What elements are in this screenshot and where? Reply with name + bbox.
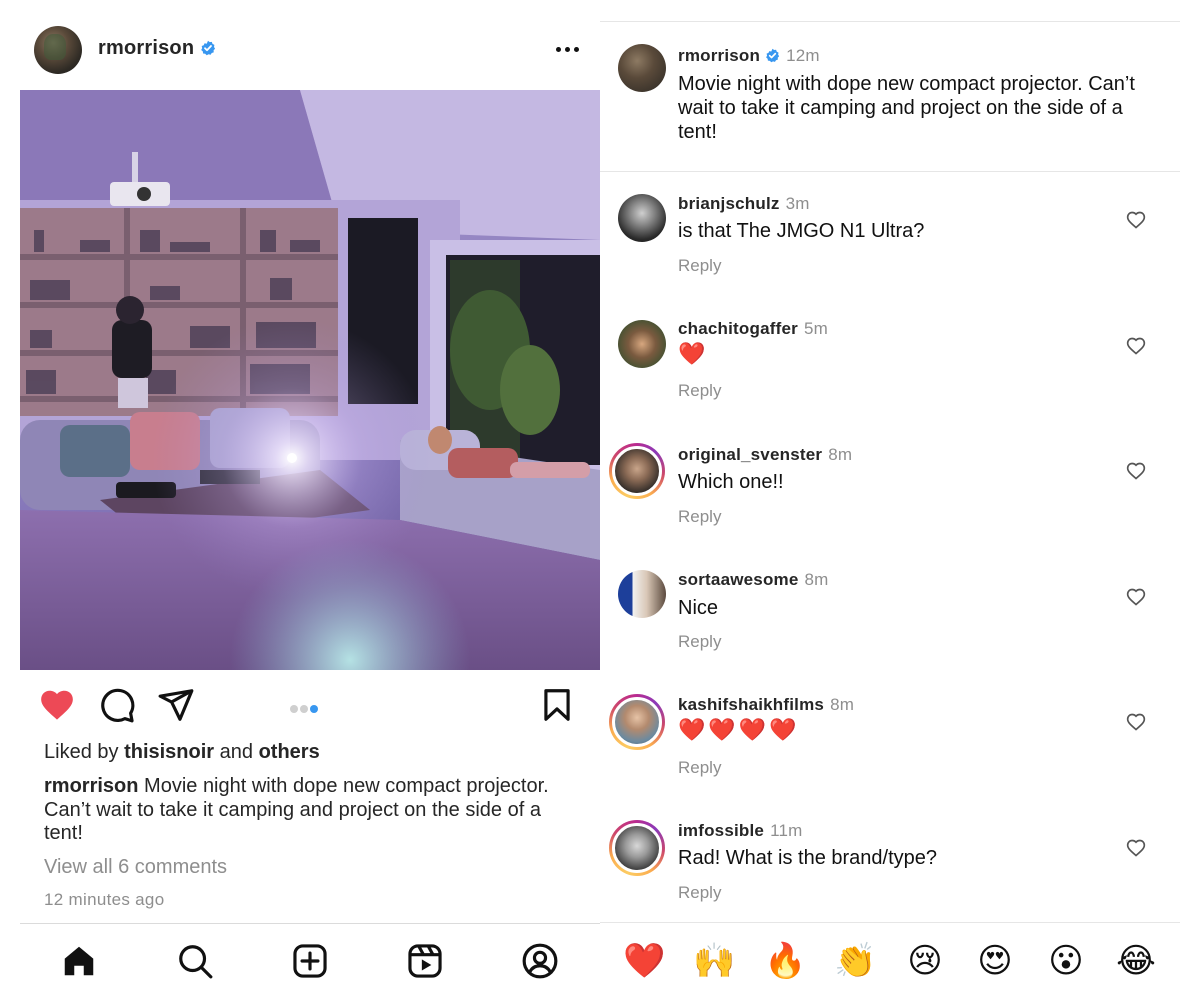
- post-username-text[interactable]: rmorrison: [98, 37, 194, 59]
- reply-button[interactable]: Reply: [678, 507, 721, 527]
- comment-avatar[interactable]: [618, 320, 666, 368]
- home-icon[interactable]: [60, 942, 98, 980]
- emoji-raising-hands-button[interactable]: 🙌: [693, 941, 735, 981]
- share-icon[interactable]: [157, 686, 195, 724]
- liked-by-prefix: Liked by: [44, 741, 125, 763]
- post-author-username[interactable]: rmorrison: [98, 37, 216, 60]
- comment-username-text[interactable]: kashifshaikhfilms: [678, 695, 824, 714]
- comment-avatar[interactable]: [618, 194, 666, 242]
- liked-by-and: and: [214, 741, 259, 763]
- comment-time: 11m: [770, 821, 803, 840]
- liked-by-user-link[interactable]: thisisnoir: [124, 741, 214, 763]
- comment-text: is that The JMGO N1 Ultra?: [678, 220, 925, 242]
- post-photo-image: [20, 90, 600, 670]
- post-header: rmorrison: [20, 0, 600, 90]
- create-post-icon[interactable]: [291, 942, 329, 980]
- carousel-dot-active: [310, 705, 318, 713]
- comment-username[interactable]: brianjschulz 3m: [678, 194, 810, 214]
- op-username-text[interactable]: rmorrison: [678, 46, 760, 65]
- comment-text: ❤️❤️❤️❤️: [678, 718, 800, 743]
- emoji-laughing-button[interactable]: 😂: [1116, 941, 1156, 981]
- caption-username[interactable]: rmorrison: [44, 775, 138, 797]
- comment-username-text[interactable]: imfossible: [678, 821, 764, 840]
- carousel-dot: [290, 705, 298, 713]
- op-username[interactable]: rmorrison 12m: [678, 46, 820, 66]
- carousel-dot: [300, 705, 308, 713]
- comment-text: Rad! What is the brand/type?: [678, 847, 938, 869]
- panel-top-divider: [600, 21, 1180, 22]
- comment-text: ❤️: [678, 342, 706, 367]
- heart-outline-icon[interactable]: [1126, 461, 1146, 481]
- comment-username-text[interactable]: sortaawesome: [678, 570, 799, 589]
- comment-text: Nice: [678, 597, 719, 619]
- emoji-heart-eyes-button[interactable]: 😍: [975, 941, 1015, 981]
- comment-avatar-image: [612, 446, 662, 496]
- emoji-clap-button[interactable]: 👏: [834, 941, 876, 981]
- comments-panel: rmorrison 12m Movie night with dope new …: [600, 0, 1180, 1000]
- reply-button[interactable]: Reply: [678, 883, 721, 903]
- comment-username[interactable]: original_svenster 8m: [678, 445, 852, 465]
- comment-username[interactable]: imfossible 11m: [678, 821, 803, 841]
- comment-time: 8m: [830, 695, 855, 714]
- emoji-heart-button[interactable]: ❤️: [623, 941, 665, 981]
- comment-username-text[interactable]: brianjschulz: [678, 194, 780, 213]
- comment-avatar-story-ring[interactable]: [609, 443, 665, 499]
- more-options-icon[interactable]: [554, 38, 582, 58]
- comment-time: 3m: [785, 194, 810, 213]
- heart-outline-icon[interactable]: [1126, 587, 1146, 607]
- verified-badge-icon: [766, 48, 780, 63]
- carousel-indicator: [290, 700, 320, 718]
- comment-avatar-image: [612, 823, 662, 873]
- comment-avatar-story-ring[interactable]: [609, 820, 665, 876]
- comment-time: 5m: [803, 319, 828, 338]
- comment-username-text[interactable]: chachitogaffer: [678, 319, 798, 338]
- post-actions-bar: [20, 680, 600, 730]
- post-photo[interactable]: [20, 90, 600, 670]
- comment-time: 8m: [828, 445, 853, 464]
- bookmark-icon[interactable]: [538, 686, 576, 724]
- reply-button[interactable]: Reply: [678, 381, 721, 401]
- post-panel: rmorrison Liked by thisisnoir and others…: [20, 0, 600, 1000]
- comment-username[interactable]: sortaawesome 8m: [678, 570, 829, 590]
- view-all-comments-link[interactable]: View all 6 comments: [44, 856, 227, 879]
- heart-outline-icon[interactable]: [1126, 336, 1146, 356]
- comment-avatar-story-ring[interactable]: [609, 694, 665, 750]
- profile-icon[interactable]: [521, 942, 559, 980]
- caption-divider: [600, 171, 1180, 172]
- comment-username[interactable]: chachitogaffer 5m: [678, 319, 828, 339]
- emoji-fire-button[interactable]: 🔥: [764, 941, 806, 981]
- comment-text: Which one!!: [678, 471, 784, 493]
- bottom-navigation: [20, 923, 600, 1000]
- emoji-surprised-button[interactable]: 😮: [1046, 941, 1086, 981]
- heart-outline-icon[interactable]: [1126, 712, 1146, 732]
- post-timestamp: 12 minutes ago: [44, 890, 165, 909]
- comment-avatar-image: [612, 697, 662, 747]
- comment-avatar[interactable]: [618, 570, 666, 618]
- liked-by-text: Liked by thisisnoir and others: [44, 741, 320, 764]
- verified-badge-icon: [201, 40, 216, 56]
- heart-outline-icon[interactable]: [1126, 838, 1146, 858]
- comment-time: 8m: [804, 570, 829, 589]
- reply-button[interactable]: Reply: [678, 256, 721, 276]
- search-icon[interactable]: [176, 942, 214, 980]
- comment-icon[interactable]: [98, 686, 136, 724]
- reply-button[interactable]: Reply: [678, 758, 721, 778]
- comment-username[interactable]: kashifshaikhfilms 8m: [678, 695, 854, 715]
- op-time: 12m: [786, 46, 820, 65]
- liked-by-others-link[interactable]: others: [259, 741, 320, 763]
- reply-button[interactable]: Reply: [678, 632, 721, 652]
- post-author-avatar[interactable]: [34, 26, 82, 74]
- post-caption: rmorrison Movie night with dope new comp…: [44, 775, 584, 846]
- quick-emoji-bar: ❤️ 🙌 🔥 👏 😢 😍 😮 😂: [600, 922, 1180, 1000]
- comment-username-text[interactable]: original_svenster: [678, 445, 822, 464]
- op-caption-text: Movie night with dope new compact projec…: [678, 73, 1135, 143]
- op-avatar[interactable]: [618, 44, 666, 92]
- reels-icon[interactable]: [406, 942, 444, 980]
- heart-outline-icon[interactable]: [1126, 210, 1146, 230]
- emoji-crying-button[interactable]: 😢: [905, 941, 945, 981]
- heart-filled-icon[interactable]: [38, 686, 76, 724]
